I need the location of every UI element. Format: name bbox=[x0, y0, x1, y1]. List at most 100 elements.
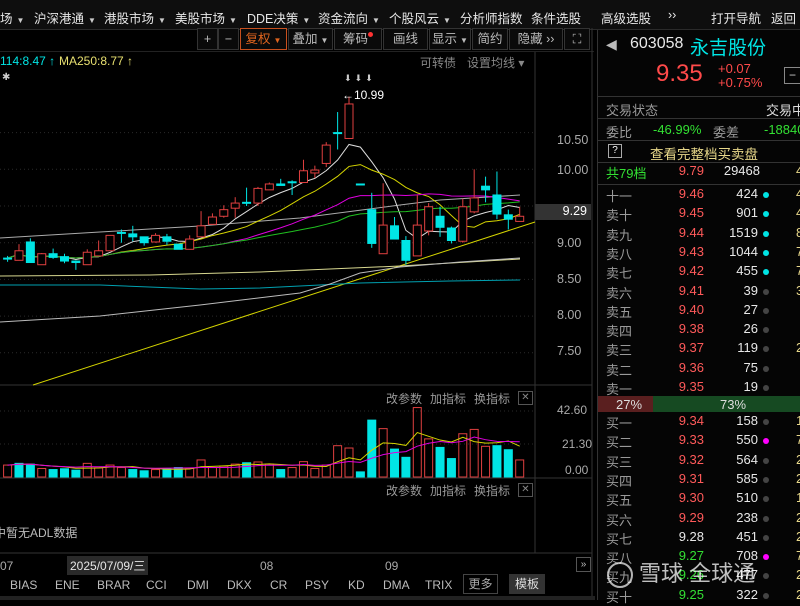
vol-add-indicator-button[interactable]: 加指标 bbox=[430, 390, 466, 407]
template-button[interactable]: 模板 bbox=[509, 574, 545, 594]
full-order-book-link[interactable]: 查看完整档买卖盘 bbox=[650, 143, 758, 163]
volume-bar bbox=[162, 467, 172, 478]
level-volume: 322 bbox=[736, 586, 758, 602]
bids-row[interactable]: 买三 9.32 564 2 bbox=[598, 452, 800, 471]
level-price: 9.42 bbox=[678, 263, 704, 279]
menu-item-9[interactable]: 高级选股 bbox=[601, 8, 651, 27]
indicator-tab-dkx[interactable]: DKX bbox=[227, 578, 252, 592]
date-label-08: 08 bbox=[260, 559, 274, 573]
bids-row[interactable]: 买六 9.29 238 2 bbox=[598, 510, 800, 529]
candle-body bbox=[151, 234, 161, 243]
total-volume: 29468 bbox=[723, 163, 760, 178]
candle-body bbox=[173, 243, 183, 250]
level-price: 9.30 bbox=[678, 490, 704, 506]
asks-row[interactable]: 卖二 9.36 75 bbox=[598, 360, 800, 379]
indicator-tab-cr[interactable]: CR bbox=[270, 578, 287, 592]
more-indicators-button[interactable]: 更多 bbox=[463, 574, 498, 594]
indicator-tab-dma[interactable]: DMA bbox=[383, 578, 410, 592]
ma10-line bbox=[7, 164, 520, 259]
asks-row[interactable]: 卖三 9.37 119 2 bbox=[598, 340, 800, 359]
volume-bar bbox=[151, 469, 161, 478]
level-c4: 2 bbox=[796, 451, 800, 467]
candle-body bbox=[515, 215, 525, 222]
level-volume: 901 bbox=[736, 205, 758, 221]
volume-bar bbox=[37, 467, 47, 478]
indicator-tab-trix[interactable]: TRIX bbox=[425, 578, 452, 592]
bids-row[interactable]: 买四 9.31 585 2 bbox=[598, 471, 800, 490]
adl-switch-indicator-button[interactable]: 换指标 bbox=[474, 482, 510, 499]
asks-row[interactable]: 卖九 9.44 1519 8 bbox=[598, 225, 800, 244]
candle-body bbox=[219, 209, 229, 217]
candle-body bbox=[458, 206, 468, 242]
indicator-tab-kd[interactable]: KD bbox=[348, 578, 365, 592]
close-icon[interactable]: ✕ bbox=[518, 483, 533, 497]
help-icon[interactable]: ? bbox=[608, 144, 622, 158]
candle-body bbox=[390, 225, 400, 240]
prev-stock-arrow-icon[interactable]: ◀ bbox=[606, 36, 617, 53]
bids-row[interactable]: 买十 9.25 322 2 bbox=[598, 587, 800, 606]
level-label: 卖八 bbox=[606, 246, 633, 262]
level-volume: 424 bbox=[736, 186, 758, 201]
vol-switch-indicator-button[interactable]: 换指标 bbox=[474, 390, 510, 407]
trade-status-value: 交易中 bbox=[766, 103, 800, 118]
level-c4: 8 bbox=[796, 224, 800, 240]
kline-chart[interactable] bbox=[0, 0, 595, 600]
order-dot-icon bbox=[763, 419, 769, 425]
asks-row[interactable]: 卖七 9.42 455 7 bbox=[598, 263, 800, 282]
weicha-value: -18840 bbox=[764, 122, 800, 137]
indicator-tab-psy[interactable]: PSY bbox=[305, 578, 329, 592]
candle-body bbox=[71, 260, 81, 264]
adl-add-indicator-button[interactable]: 加指标 bbox=[430, 482, 466, 499]
order-dot-icon bbox=[763, 288, 769, 295]
level-volume: 1044 bbox=[729, 243, 758, 259]
indicator-tab-brar[interactable]: BRAR bbox=[97, 578, 130, 592]
adl-change-params-button[interactable]: 改参数 bbox=[386, 482, 422, 499]
volume-bar bbox=[48, 469, 58, 478]
event-markers-icon: ⬇⬇⬇ bbox=[344, 73, 376, 83]
level-price: 9.40 bbox=[678, 301, 704, 317]
horizontal-scrollbar[interactable] bbox=[0, 596, 595, 600]
volume-bar bbox=[412, 407, 422, 478]
last-price: 9.35 bbox=[656, 60, 703, 87]
indicator-tab-dmi[interactable]: DMI bbox=[187, 578, 209, 592]
vol-change-params-button[interactable]: 改参数 bbox=[386, 390, 422, 407]
asks-row[interactable]: 卖五 9.40 27 bbox=[598, 302, 800, 321]
asks-row[interactable]: 卖四 9.38 26 bbox=[598, 321, 800, 340]
asks-row[interactable]: 十一 9.46 424 4. bbox=[598, 186, 800, 205]
volume-bar bbox=[71, 469, 81, 478]
volume-bar bbox=[185, 467, 195, 478]
indicator-tab-ene[interactable]: ENE bbox=[55, 578, 80, 592]
volume-bar bbox=[139, 470, 149, 478]
level-price: 9.43 bbox=[678, 243, 704, 259]
bids-row[interactable]: 买五 9.30 510 1 bbox=[598, 490, 800, 509]
ma114-line bbox=[0, 279, 521, 290]
candle-body bbox=[344, 103, 354, 139]
volume-bar bbox=[492, 445, 502, 478]
asks-row[interactable]: 卖六 9.41 39 3 bbox=[598, 283, 800, 302]
indicator-tab-bias[interactable]: BIAS bbox=[10, 578, 37, 592]
candle-body bbox=[367, 209, 377, 244]
high-price-marker: ←10.99 bbox=[342, 88, 385, 102]
level-c4: 3 bbox=[796, 282, 800, 298]
bids-row[interactable]: 买七 9.28 451 2 bbox=[598, 529, 800, 548]
volume-bar bbox=[3, 464, 13, 478]
candle-body bbox=[424, 206, 434, 232]
menu-item-12[interactable]: 返回 bbox=[771, 8, 796, 27]
price-axis-label: 7.50 bbox=[557, 344, 582, 358]
bids-row[interactable]: 买二 9.33 550 7 bbox=[598, 432, 800, 451]
level-c4: 2 bbox=[796, 509, 800, 525]
level-volume: 158 bbox=[736, 413, 758, 428]
menu-item-10[interactable]: ›› bbox=[668, 8, 676, 22]
level-label: 卖六 bbox=[606, 285, 633, 301]
close-icon[interactable]: ✕ bbox=[518, 391, 533, 405]
candle-body bbox=[378, 224, 388, 255]
indicator-tab-cci[interactable]: CCI bbox=[146, 578, 167, 592]
collapse-button[interactable]: − bbox=[784, 67, 800, 84]
bids-row[interactable]: 买一 9.34 158 1 bbox=[598, 413, 800, 432]
menu-item-11[interactable]: 打开导航 bbox=[711, 8, 761, 27]
asks-row[interactable]: 卖八 9.43 1044 7 bbox=[598, 244, 800, 263]
double-chevron-right-icon[interactable]: » bbox=[576, 557, 591, 572]
level-c4: 7 bbox=[796, 432, 800, 448]
volume-bar bbox=[116, 467, 126, 478]
asks-row[interactable]: 卖十 9.45 901 4 bbox=[598, 205, 800, 224]
